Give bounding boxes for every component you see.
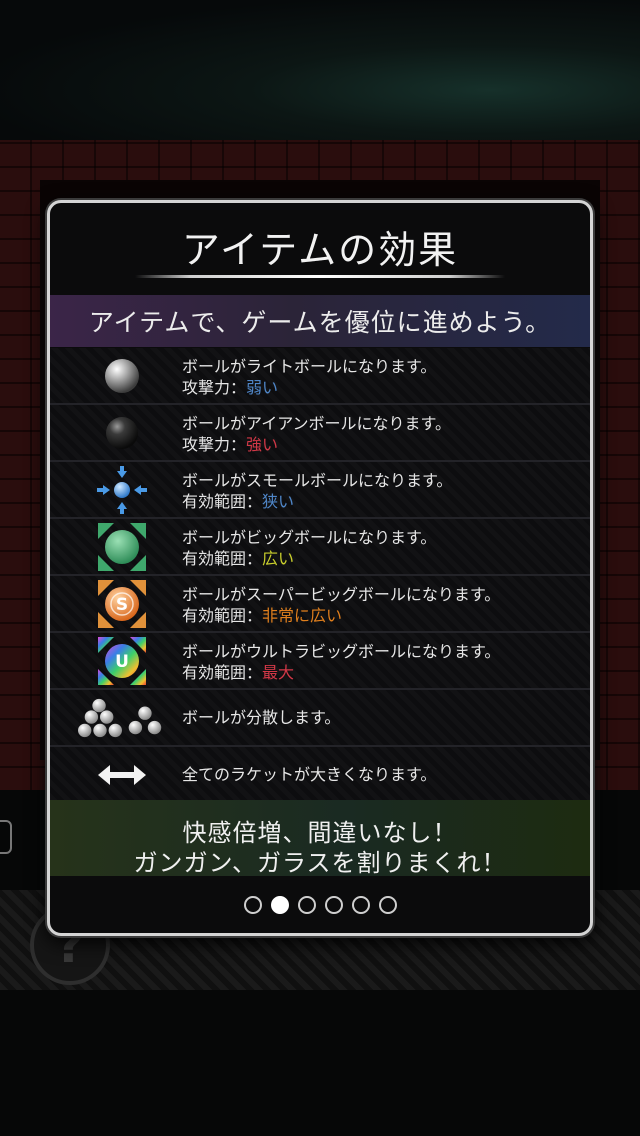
stat-label: 有効範囲： [182,549,263,568]
item-effects-dialog: アイテムの効果 アイテムで、ゲームを優位に進めよう。 ボールがライトボールになり… [47,200,593,936]
item-effect-text: ボールがアイアンボールになります。 [182,414,451,433]
item-effect-text: ボールがライトボールになります。 [182,357,437,376]
stat-label: 有効範囲： [182,663,263,682]
page-dot-5[interactable] [351,896,370,914]
stat-label: 攻撃力： [182,378,247,397]
page-dot-2-active[interactable] [270,896,289,914]
item-stat: 有効範囲：広い [182,548,436,569]
dialog-title: アイテムの効果 [181,228,459,272]
ultra-big-ball-icon: U [78,633,166,688]
stat-value: 狭い [262,492,295,511]
item-description: ボールがスモールボールになります。 有効範囲：狭い [182,470,452,512]
item-effect-text: ボールがスーパービッグボールになります。 [182,585,501,604]
stat-label: 有効範囲： [182,492,263,511]
ultra-letter-icon: U [115,652,129,672]
item-description: ボールがウルトラビッグボールになります。 有効範囲：最大 [182,641,500,683]
edge-partial-icon [0,820,12,854]
multi-ball-icon [78,690,166,745]
light-ball-icon [78,348,166,403]
wide-racket-icon [78,747,166,802]
page-indicator [50,896,590,916]
page-dot-1[interactable] [243,896,262,914]
item-effect-text: ボールが分散します。 [182,708,341,727]
stat-label: 攻撃力： [182,435,247,454]
stat-label: 有効範囲： [182,606,263,625]
item-description: ボールがスーパービッグボールになります。 有効範囲：非常に広い [182,584,500,626]
item-row-wide-racket: 全てのラケットが大きくなります。 [50,747,590,802]
item-list: ボールがライトボールになります。 攻撃力：弱い ボールがアイアンボールになります… [50,348,590,800]
page-dot-4[interactable] [324,896,343,914]
stat-value: 強い [246,435,279,454]
background-top [0,0,640,140]
item-row-light-ball: ボールがライトボールになります。 攻撃力：弱い [50,348,590,405]
item-row-super-big-ball: S ボールがスーパービッグボールになります。 有効範囲：非常に広い [50,576,590,633]
stat-value: 最大 [262,663,295,682]
dialog-subtitle: アイテムで、ゲームを優位に進めよう。 [88,308,552,337]
big-ball-icon [78,519,166,574]
stat-value: 弱い [246,378,279,397]
stat-value: 広い [262,549,295,568]
item-description: ボールがライトボールになります。 攻撃力：弱い [182,356,436,398]
item-row-big-ball: ボールがビッグボールになります。 有効範囲：広い [50,519,590,576]
stat-value: 非常に広い [262,606,343,625]
item-stat: 有効範囲：非常に広い [182,605,500,626]
item-description: ボールがビッグボールになります。 有効範囲：広い [182,527,436,569]
item-description: 全てのラケットが大きくなります。 [182,764,436,785]
item-effect-text: ボールがビッグボールになります。 [182,528,437,547]
item-stat: 有効範囲：最大 [182,662,500,683]
iron-ball-icon [78,405,166,460]
page-dot-6[interactable] [378,896,397,914]
footer-slogan-2: ガンガン、ガラスを割りまくれ！ [133,849,507,877]
super-letter-icon: S [116,595,128,615]
small-ball-icon [78,462,166,517]
item-effect-text: 全てのラケットが大きくなります。 [182,765,437,784]
item-row-multi-ball: ボールが分散します。 [50,690,590,747]
page-dot-3[interactable] [297,896,316,914]
item-row-ultra-big-ball: U ボールがウルトラビッグボールになります。 有効範囲：最大 [50,633,590,690]
super-big-ball-icon: S [78,576,166,631]
item-row-small-ball: ボールがスモールボールになります。 有効範囲：狭い [50,462,590,519]
item-stat: 攻撃力：強い [182,434,451,455]
item-description: ボールがアイアンボールになります。 攻撃力：強い [182,413,451,455]
item-row-iron-ball: ボールがアイアンボールになります。 攻撃力：強い [50,405,590,462]
item-description: ボールが分散します。 [182,707,340,728]
item-stat: 有効範囲：狭い [182,491,452,512]
item-stat: 攻撃力：弱い [182,377,436,398]
title-underline [135,275,505,278]
item-effect-text: ボールがウルトラビッグボールになります。 [182,642,501,661]
item-effect-text: ボールがスモールボールになります。 [182,471,453,490]
